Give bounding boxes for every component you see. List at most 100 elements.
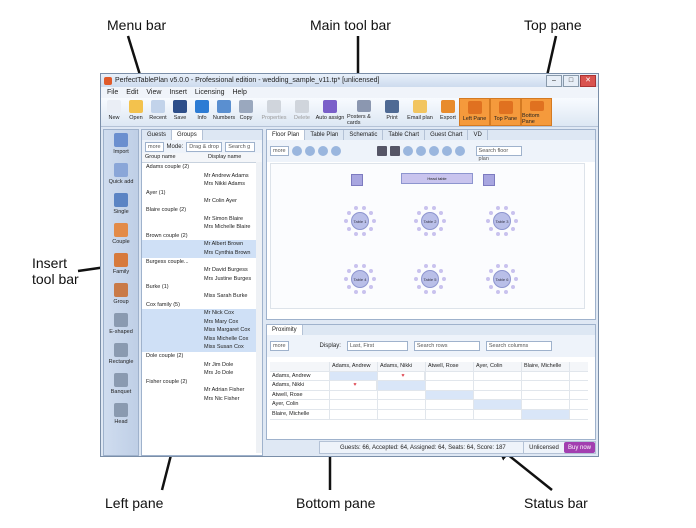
guest-row[interactable]: Mrs Justine Burges [142,275,262,284]
seat[interactable] [488,285,493,290]
toolbar-left-pane-button[interactable]: Left Pane [459,98,490,126]
close-icon[interactable]: ✕ [580,75,596,87]
guest-row[interactable]: Mr Albert Brown [142,240,262,249]
seat[interactable] [344,219,348,223]
seat[interactable] [416,227,421,232]
seat[interactable] [372,277,376,281]
group-row[interactable]: Dole couple (2) [142,352,262,361]
search-groups-input[interactable]: Search g [225,141,256,152]
toolbar-numbers-button[interactable]: Numbers [213,98,235,126]
insert-rectangle-button[interactable]: Rectangle [104,340,138,370]
grid-cell[interactable] [522,400,570,409]
search-rows-input[interactable]: Search rows [413,341,480,351]
grid-row-header[interactable]: Blaire, Michelle [270,409,330,419]
seat[interactable] [439,285,444,290]
bottom-more-button[interactable]: more [270,341,289,351]
zoom-fit-icon[interactable] [330,146,341,156]
menu-item-file[interactable]: File [107,87,118,98]
insert-head-button[interactable]: Head [104,400,138,430]
guest-row[interactable]: Mrs Cynthia Brown [142,248,262,258]
grid-cell[interactable] [330,390,378,400]
tab-schematic[interactable]: Schematic [344,130,384,140]
guest-row[interactable]: Mr Colin Ayer [142,197,262,206]
seat[interactable] [511,210,516,215]
search-columns-input[interactable]: Search columns [485,341,552,351]
grid-cell[interactable] [474,390,522,400]
toolbar-info-button[interactable]: Info [191,98,213,126]
seat[interactable] [369,285,374,290]
seat[interactable] [511,285,516,290]
guest-row[interactable]: Mr Jim Dole [142,361,262,370]
seat[interactable] [432,263,437,268]
numbers-icon[interactable] [428,146,439,156]
seat[interactable] [432,232,437,237]
seat[interactable] [346,227,351,232]
grid-icon[interactable] [376,146,387,156]
toolbar-new-button[interactable]: New [103,98,125,126]
seat[interactable] [495,263,500,268]
grid-row-header[interactable]: Atwell, Rose [270,390,330,400]
grid-cell[interactable] [378,381,426,390]
seat[interactable] [362,205,367,210]
seat[interactable] [344,277,348,281]
tab-groups[interactable]: Groups [172,130,203,140]
grid-cell[interactable] [522,371,570,381]
grid-cell[interactable] [426,400,474,409]
grid-cell[interactable] [378,390,426,400]
group-row[interactable]: Cox family (5) [142,301,262,310]
grid-cell[interactable] [330,400,378,409]
seat[interactable] [346,285,351,290]
guest-row[interactable]: Mrs Michelle Blaire [142,223,262,232]
mode-select[interactable]: Drag & drop [186,141,223,152]
group-row[interactable]: Brown couple (2) [142,232,262,241]
seat[interactable] [514,219,518,223]
more-button[interactable]: more [145,141,164,152]
toolbar-print-button[interactable]: Print [381,98,403,126]
seat[interactable] [423,205,428,210]
round-table[interactable]: Table 3 [493,212,511,230]
tab-floor-plan[interactable]: Floor Plan [267,130,306,140]
toolbar-posters-cards-button[interactable]: Posters & cards [347,98,381,126]
insert-single-button[interactable]: Single [104,190,138,220]
guest-row[interactable]: Mr Andrew Adams [142,172,262,181]
insert-quick-add-button[interactable]: Quick add [104,160,138,190]
seat[interactable] [486,219,490,223]
head-table[interactable]: Head table [401,173,473,184]
seat[interactable] [346,268,351,273]
guest-row[interactable]: Miss Michelle Cox [142,334,262,344]
text-icon[interactable] [389,146,400,156]
seat[interactable] [432,205,437,210]
display-select[interactable]: Last, First [346,341,408,351]
grid-cell[interactable]: ♥ [330,381,378,390]
grid-cell[interactable] [330,371,378,381]
zoom-icon[interactable] [291,146,302,156]
square-table-left[interactable] [351,174,363,186]
guest-row[interactable]: Mrs Nikki Adams [142,180,262,189]
seat[interactable] [442,219,446,223]
col-group-name[interactable]: Group name [142,153,205,162]
seat[interactable] [414,277,418,281]
left-scrollbar[interactable] [256,162,262,453]
seat[interactable] [369,210,374,215]
round-table[interactable]: Table 5 [421,270,439,288]
seat[interactable] [488,227,493,232]
guest-row[interactable]: Mr Simon Blaire [142,215,262,224]
seat[interactable] [511,268,516,273]
guest-row[interactable]: Miss Margaret Cox [142,326,262,335]
seat[interactable] [488,268,493,273]
seat[interactable] [495,205,500,210]
grid-cell[interactable] [474,371,522,381]
toolbar-save-button[interactable]: Save [169,98,191,126]
zoom-out-icon[interactable] [317,146,328,156]
fp-more-button[interactable]: more [270,146,289,156]
round-table[interactable]: Table 4 [351,270,369,288]
seat[interactable] [442,277,446,281]
grid-row-header[interactable]: Adams, Andrew [270,371,330,381]
toolbar-top-pane-button[interactable]: Top Pane [490,98,521,126]
seat[interactable] [353,290,358,295]
seat[interactable] [504,232,509,237]
toolbar-auto-assign-button[interactable]: Auto assign [313,98,347,126]
menu-item-view[interactable]: View [146,87,161,98]
grid-column-header[interactable]: Adams, Nikki [378,362,426,371]
group-row[interactable]: Adams couple (2) [142,163,262,172]
